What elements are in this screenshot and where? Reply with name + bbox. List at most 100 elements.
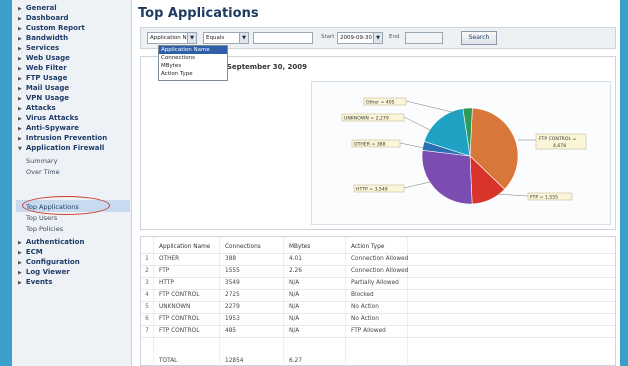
dropdown-option-application-name[interactable]: Application Name [159,46,227,54]
dropdown-option-mbytes[interactable]: MBytes [159,62,227,70]
filter-value-input[interactable] [253,32,313,44]
sidebar-item-general[interactable]: ▶ General [18,4,57,12]
column-header-connections[interactable]: Connections [225,244,261,250]
row-divider [141,325,615,326]
sidebar-subitem-top-applications[interactable]: Top Applications [26,203,79,211]
pie-label-http: HTTP = 3,549 [356,187,388,193]
pie-label-ftp-control: FTP CONTROL = [539,136,576,142]
pie-label-other-upper: OTHER = 388 [354,142,386,148]
cell-mbytes: N/A [289,316,300,322]
cell-connections: 3549 [225,280,240,286]
callout-line [495,193,529,197]
callout-line [399,142,425,149]
cell-connections: 2279 [225,304,240,310]
pie-chart: Other = 405 UNKNOWN = 2,279 OTHER = 388 HTT… [341,97,587,205]
sidebar-item-ftp-usage[interactable]: ▶ FTP Usage [18,74,67,82]
row-divider [141,253,615,254]
pie-label-other-lower: Other = 405 [366,100,395,106]
sidebar-item-intrusion-prevention[interactable]: ▶ Intrusion Prevention [18,134,107,142]
pie-chart-container: Other = 405 UNKNOWN = 2,279 OTHER = 388 HTT… [311,81,611,225]
sidebar-item-authentication[interactable]: ▶ Authentication [18,238,84,246]
row-number: 3 [145,280,149,286]
column-header-application-name[interactable]: Application Name [159,244,210,250]
cell-action-type: No Action [351,316,379,322]
row-number: 6 [145,316,149,322]
cell-connections: 1953 [225,316,240,322]
row-divider [141,313,615,314]
app-window: ▶ General ▶ Dashboard ▶ Custom Report ▶ Band… [12,0,620,366]
sidebar-subitem-top-users[interactable]: Top Users [26,214,57,222]
cell-application-name: FTP CONTROL [159,316,200,322]
total-mbytes: 6.27 [289,358,302,364]
sidebar-item-anti-spyware[interactable]: ▶ Anti-Spyware [18,124,79,132]
chevron-down-icon: ▼ [373,33,382,43]
row-number: 5 [145,304,149,310]
cell-mbytes: N/A [289,328,300,334]
sidebar-item-dashboard[interactable]: ▶ Dashboard [18,14,69,22]
sidebar-subitem-over-time[interactable]: Over Time [26,168,60,176]
sidebar-item-attacks[interactable]: ▶ Attacks [18,104,56,112]
cell-connections: 485 [225,328,237,334]
sidebar-item-mail-usage[interactable]: ▶ Mail Usage [18,84,69,92]
pie-slice-http [421,149,473,205]
callout-line [403,181,431,189]
cell-mbytes: N/A [289,292,300,298]
page-title: Top Applications [138,6,259,21]
dropdown-option-action-type[interactable]: Action Type [159,70,227,78]
cell-action-type: Connection Allowed [351,256,409,262]
cell-application-name: FTP CONTROL [159,328,200,334]
cell-application-name: OTHER [159,256,180,262]
total-label: TOTAL [159,358,178,364]
chart-title: r September 30, 2009 [221,63,308,71]
sidebar: ▶ General ▶ Dashboard ▶ Custom Report ▶ Band… [12,0,132,366]
sidebar-item-custom-report[interactable]: ▶ Custom Report [18,24,85,32]
sidebar-item-web-filter[interactable]: ▶ Web Filter [18,64,67,72]
sidebar-item-application-firewall[interactable]: ▼ Application Firewall [18,144,104,152]
cell-connections: 2725 [225,292,240,298]
pie-label-ftp-control-value: 4,678 [553,143,566,149]
sidebar-item-log-viewer[interactable]: ▶ Log Viewer [18,268,70,276]
row-divider [141,277,615,278]
cell-mbytes: N/A [289,304,300,310]
row-number: 2 [145,268,149,274]
cell-mbytes: 4.01 [289,256,302,262]
cell-application-name: UNKNOWN [159,304,191,310]
column-header-mbytes[interactable]: MBytes [289,244,310,250]
start-label: Start [321,34,335,40]
sidebar-item-vpn-usage[interactable]: ▶ VPN Usage [18,94,69,102]
chevron-down-icon: ▼ [187,33,196,43]
cell-application-name: FTP [159,268,170,274]
row-divider [141,289,615,290]
callout-line [405,100,461,115]
dropdown-option-connections[interactable]: Connections [159,54,227,62]
total-connections: 12854 [225,358,244,364]
callout-line [403,116,435,133]
chart-panel: r September 30, 2009 Other = 405 UNKNOWN … [140,56,616,230]
row-divider [141,301,615,302]
pie-label-ftp: FTP = 1,555 [530,195,558,201]
row-number: 1 [145,256,149,262]
operator-select[interactable]: Equals ▼ [203,32,249,44]
sidebar-item-events[interactable]: ▶ Events [18,278,52,286]
main-content: Top Applications Application N ▼ Equals ▼ … [138,0,618,366]
sidebar-item-bandwidth[interactable]: ▶ Bandwidth [18,34,68,42]
sidebar-item-ecm[interactable]: ▶ ECM [18,248,43,256]
cell-application-name: FTP CONTROL [159,292,200,298]
column-header-action-type[interactable]: Action Type [351,244,384,250]
cell-connections: 1555 [225,268,240,274]
end-date-input[interactable] [405,32,443,44]
sidebar-item-services[interactable]: ▶ Services [18,44,59,52]
row-divider [141,265,615,266]
cell-mbytes: 2.26 [289,268,302,274]
results-table: Application Name Connections MBytes Acti… [140,236,616,366]
start-date-select[interactable]: 2009-09-30 ▼ [337,32,383,44]
search-button[interactable]: Search [461,31,497,45]
sidebar-item-web-usage[interactable]: ▶ Web Usage [18,54,70,62]
sidebar-item-configuration[interactable]: ▶ Configuration [18,258,80,266]
sidebar-subitem-top-policies[interactable]: Top Policies [26,225,63,233]
cell-action-type: Blocked [351,292,374,298]
row-divider [141,337,615,338]
sidebar-item-virus-attacks[interactable]: ▶ Virus Attacks [18,114,78,122]
field-select[interactable]: Application N ▼ [147,32,197,44]
sidebar-subitem-summary[interactable]: Summary [26,157,57,165]
